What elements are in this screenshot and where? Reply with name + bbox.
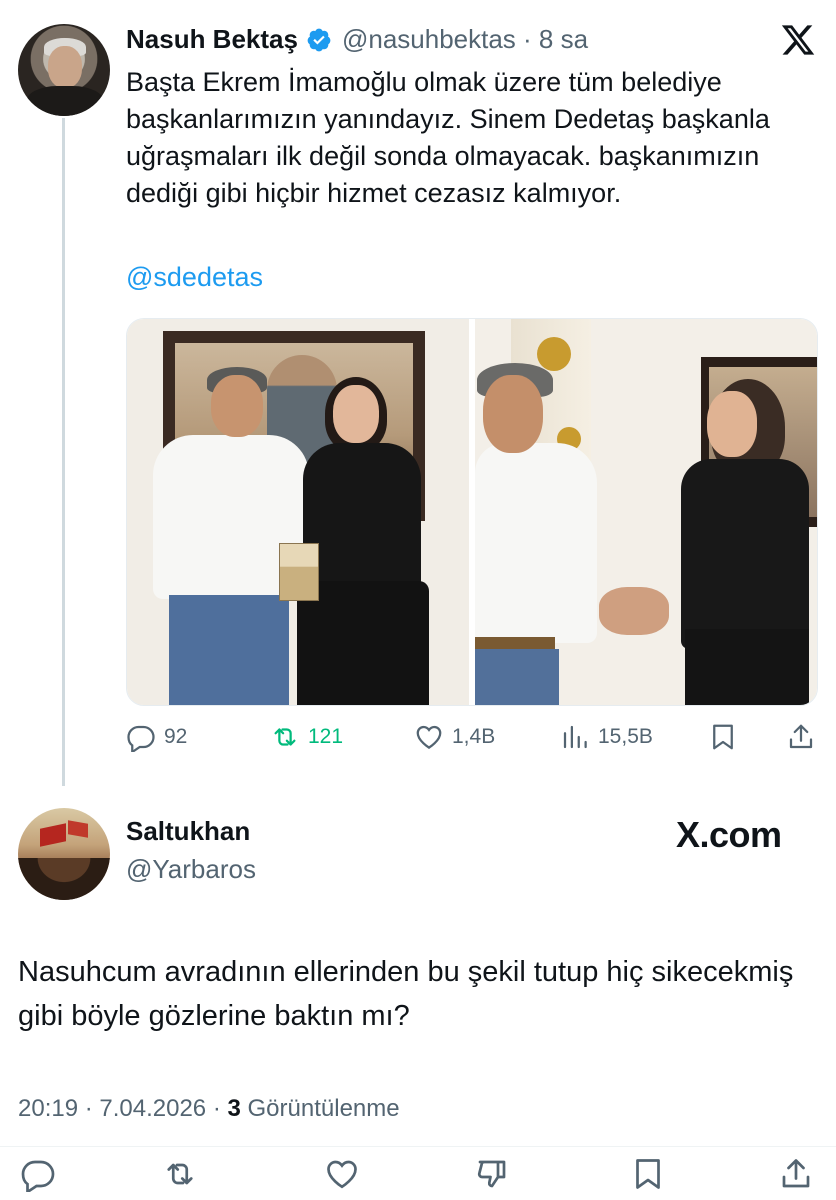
like-button[interactable]: 1,4B [414,722,495,752]
author-name[interactable]: Nasuh Bektaş [126,24,298,55]
bookmark-icon[interactable] [630,1156,666,1192]
tweet-actions: 92 121 1,4B 15,5B [126,722,818,758]
share-icon [789,724,813,749]
bookmark-icon [713,724,733,750]
xcom-watermark: X.com [676,814,782,855]
thread-connector-line [62,118,65,786]
reply-author-name[interactable]: Saltukhan [126,816,250,847]
reply-count: 92 [164,725,188,748]
divider [0,1146,836,1147]
reply-button[interactable]: 92 [126,722,187,752]
reply-icon[interactable] [20,1156,56,1192]
views-icon [563,725,587,749]
photo-2[interactable] [475,319,817,705]
reply-views-label: Görüntülenme [240,1095,400,1122]
retweet-icon [274,728,296,746]
tweet-header: Nasuh Bektaş @nasuhbektas · 8 sa [126,24,588,55]
retweet-button[interactable]: 121 [270,722,343,752]
reply-icon [127,725,155,752]
share-button[interactable] [786,722,816,752]
photo-1[interactable] [127,319,469,705]
reply-text: Nasuhcum avradının ellerinden bu şekil t… [18,956,794,1032]
author-handle-time[interactable]: @nasuhbektas · 8 sa [342,24,588,55]
heart-icon[interactable] [324,1156,360,1192]
x-logo-icon[interactable] [780,22,816,58]
reply-actions [0,1156,836,1196]
retweet-icon[interactable] [162,1156,198,1192]
like-count: 1,4B [452,725,496,748]
reply-views-count: 3 [227,1095,241,1122]
share-icon[interactable] [778,1156,814,1192]
retweet-count: 121 [308,725,344,748]
tweet-text: Başta Ekrem İmamoğlu olmak üzere tüm bel… [126,67,770,208]
dislike-icon[interactable] [474,1156,510,1192]
author-avatar[interactable] [18,24,110,116]
tweet-media[interactable] [126,318,818,706]
views-count: 15,5B [598,725,653,748]
verified-badge-icon [307,28,331,51]
reply-timestamp[interactable]: 20:19 · 7.04.2026 · [18,1095,227,1122]
bookmark-button[interactable] [708,722,738,752]
reply-author-handle[interactable]: @Yarbaros [126,854,256,885]
heart-icon [416,725,442,749]
mention-link[interactable]: @sdedetas [126,262,263,293]
reply-author-avatar[interactable] [18,808,110,900]
views-button[interactable]: 15,5B [560,722,653,752]
reply-meta: 20:19 · 7.04.2026 · 3 Görüntülenme [18,1095,400,1123]
